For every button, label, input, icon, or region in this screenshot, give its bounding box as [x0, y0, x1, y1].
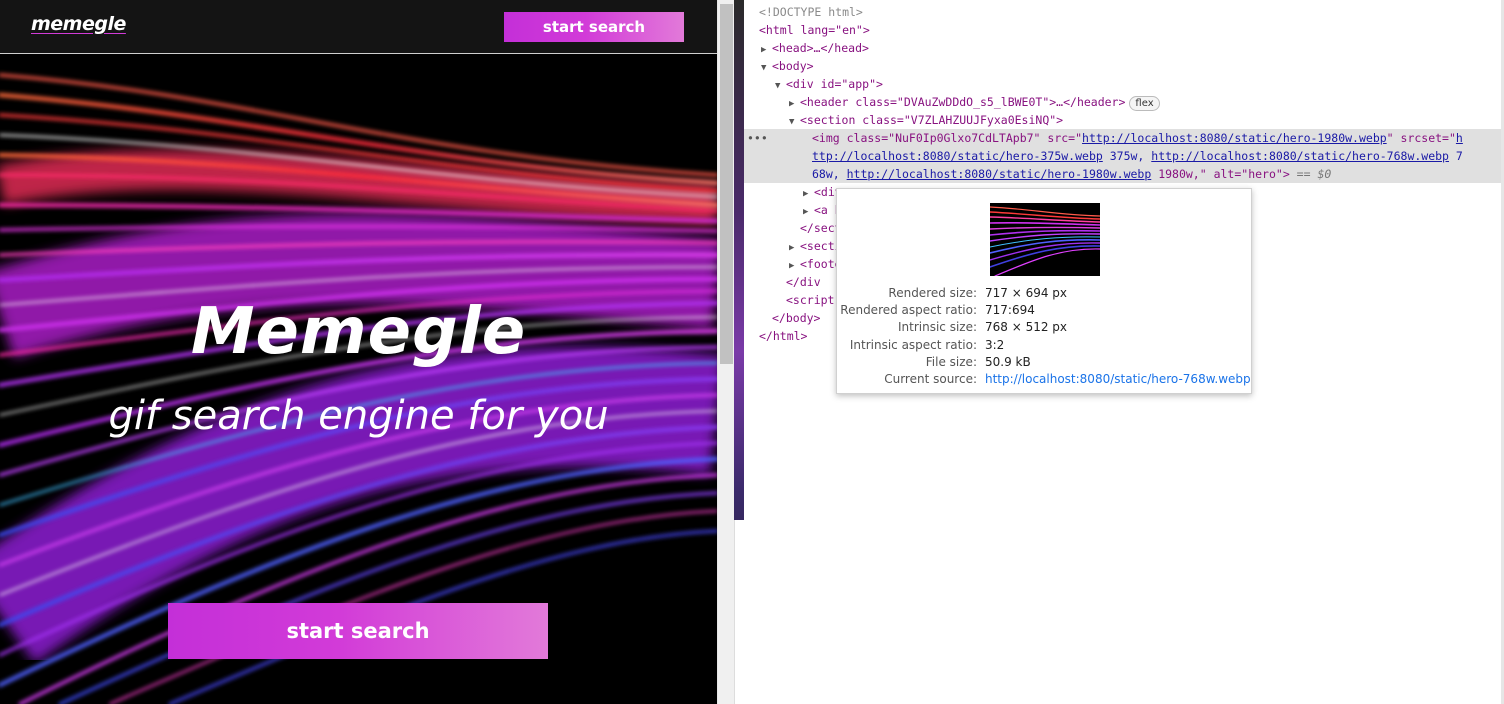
tooltip-key: Rendered aspect ratio:	[840, 303, 977, 317]
tooltip-key: Intrinsic size:	[897, 320, 977, 334]
img-line-3: 68w, http://localhost:8080/static/hero-1…	[744, 165, 1501, 183]
body-open-tag: <body>	[772, 59, 814, 73]
dom-body-open[interactable]: ▼ <body>	[744, 57, 1501, 75]
tooltip-row-intrinsic-ratio: Intrinsic aspect ratio: 3:2	[837, 337, 1253, 354]
srcset-768-width-start: 7	[1448, 149, 1463, 163]
div-close-tag: </div	[786, 275, 821, 289]
srcset-768-width-end: 68w,	[812, 167, 847, 181]
tooltip-key: Rendered size:	[888, 286, 977, 300]
tooltip-value: 717:694	[985, 303, 1035, 317]
tooltip-source-link[interactable]: http://localhost:8080/static/hero-768w.w…	[985, 371, 1251, 388]
hero-section: Memegle gif search engine for you start …	[0, 55, 717, 704]
section-tag: <section class="V7ZLAHZUUJFyxa0EsiNQ">	[800, 113, 1064, 127]
html-close-tag: </html>	[759, 329, 808, 343]
tooltip-row-intrinsic-size: Intrinsic size: 768 × 512 px	[837, 319, 1253, 336]
preview-image	[990, 203, 1100, 276]
srcset-375-width: 375w,	[1102, 149, 1152, 163]
hero-title: Memegle	[190, 295, 527, 369]
dom-app-div[interactable]: ▼ <div id="app">	[744, 75, 1501, 93]
page-viewport: memegle start search Memegle gif search …	[0, 0, 717, 704]
flex-badge[interactable]: flex	[1129, 96, 1160, 111]
site-logo[interactable]: memegle	[31, 13, 126, 35]
img-srcset-link-start[interactable]: h	[1456, 131, 1463, 145]
html-open-tag: <html lang="en">	[759, 23, 870, 37]
body-close-tag: </body>	[772, 311, 821, 325]
dom-head[interactable]: ▶ <head>…</head>	[744, 39, 1501, 57]
tooltip-row-rendered-ratio: Rendered aspect ratio: 717:694	[837, 302, 1253, 319]
img-line-2: ttp://localhost:8080/static/hero-375w.we…	[744, 147, 1501, 165]
dom-header[interactable]: ▶ <header class="DVAuZwDDdO_s5_lBWE0T">…<…	[744, 93, 1501, 111]
srcset-1980-link[interactable]: http://localhost:8080/static/hero-1980w.…	[847, 167, 1152, 181]
script-tag: <script	[786, 293, 835, 307]
panel-divider-lower	[734, 520, 744, 704]
tooltip-value: 768 × 512 px	[985, 320, 1068, 334]
tooltip-row-rendered-size: Rendered size: 717 × 694 px	[837, 285, 1253, 302]
scrollbar-thumb[interactable]	[720, 4, 733, 364]
srcset-375-link[interactable]: ttp://localhost:8080/static/hero-375w.we…	[812, 149, 1103, 163]
tooltip-row-current-source: Current source: http://localhost:8080/sta…	[837, 371, 1253, 388]
hero-start-search-button[interactable]: start search	[168, 603, 548, 659]
app-div-tag: <div id="app">	[786, 77, 883, 91]
tooltip-row-file-size: File size: 50.9 kB	[837, 354, 1253, 371]
img-src-link[interactable]: http://localhost:8080/static/hero-1980w.…	[1082, 131, 1387, 145]
image-preview-thumbnail	[990, 203, 1100, 276]
image-info-tooltip: Rendered size: 717 × 694 px Rendered aspe…	[836, 188, 1252, 394]
tooltip-value: 50.9 kB	[985, 355, 1031, 369]
hero-subtitle: gif search engine for you	[108, 393, 609, 439]
dom-html-open[interactable]: <html lang="en">	[744, 21, 1501, 39]
img-line-1: <img class="NuF0Ip0Glxo7CdLTApb7" src="h…	[744, 129, 1501, 147]
img-prefix: <img class="NuF0Ip0Glxo7CdLTApb7" src="	[812, 131, 1083, 145]
page-scrollbar[interactable]	[717, 0, 734, 704]
tooltip-value: 717 × 694 px	[985, 286, 1068, 300]
tooltip-value: 3:2	[985, 338, 1005, 352]
site-header: memegle start search	[0, 0, 717, 54]
selected-node-marker: == $0	[1289, 167, 1332, 181]
dom-doctype[interactable]: <!DOCTYPE html>	[744, 3, 1501, 21]
srcset-768-link[interactable]: http://localhost:8080/static/hero-768w.w…	[1151, 149, 1449, 163]
img-alt-attr: 1980w," alt="hero">	[1151, 167, 1290, 181]
img-srcset-attr: " srcset="	[1386, 131, 1456, 145]
doctype-text: <!DOCTYPE html>	[759, 5, 863, 19]
head-tag: <head>…</head>	[772, 41, 869, 55]
dom-section[interactable]: ▼ <section class="V7ZLAHZUUJFyxa0EsiNQ">	[744, 111, 1501, 129]
header-start-search-button[interactable]: start search	[504, 12, 684, 42]
tooltip-key: File size:	[925, 355, 977, 369]
tooltip-key: Current source:	[884, 372, 977, 386]
header-tag: <header class="DVAuZwDDdO_s5_lBWE0T">…</…	[800, 95, 1126, 109]
tooltip-key: Intrinsic aspect ratio:	[849, 338, 977, 352]
